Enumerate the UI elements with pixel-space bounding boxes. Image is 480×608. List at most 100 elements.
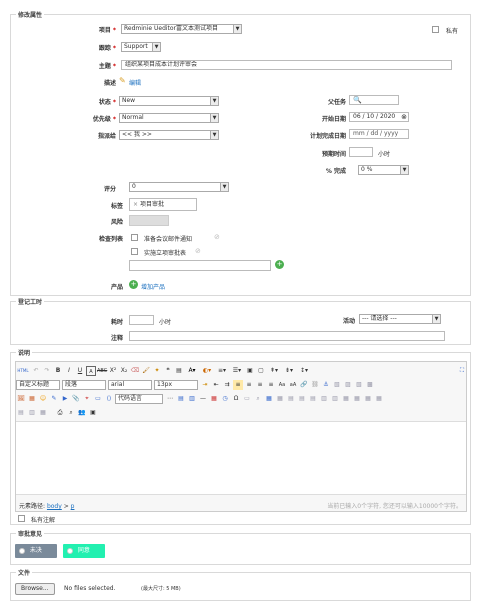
due-date-input[interactable]: mm / dd / yyyy [349, 129, 409, 139]
tracker-select[interactable]: Support ▼ [121, 42, 161, 52]
multi-image-icon[interactable]: ▦ [27, 394, 37, 404]
insert-image-icon[interactable]: 🖼 [16, 394, 26, 404]
assignee-select[interactable]: << 我 >> ▼ [119, 130, 219, 140]
select-all-icon[interactable]: ▣ [245, 366, 255, 376]
special-char-icon[interactable]: Ω [231, 394, 241, 404]
split-cells-icon[interactable]: ▦ [374, 394, 384, 404]
add-checklist-item-icon[interactable]: + [275, 260, 284, 269]
paste-plain-icon[interactable]: ▤ [174, 366, 184, 376]
align-center-icon[interactable]: ≡ [244, 380, 254, 390]
drafts-icon[interactable]: 👥 [77, 408, 87, 418]
clear-date-icon[interactable]: ⊗ [401, 113, 407, 121]
auto-format-icon[interactable]: ✦ [152, 366, 162, 376]
status-select[interactable]: New ▼ [119, 96, 219, 106]
paragraph-select[interactable]: 段落 [62, 379, 106, 390]
align-justify-icon[interactable]: ≡ [266, 380, 276, 390]
delete-row-icon[interactable]: ▤ [308, 394, 318, 404]
description-edit-link[interactable]: 编辑 [129, 78, 141, 87]
font-family-select[interactable]: arial [108, 379, 152, 390]
done-ratio-select[interactable]: 0 % ▼ [358, 165, 409, 175]
checklist-item-checkbox[interactable] [131, 234, 138, 241]
editor-body[interactable] [16, 421, 466, 495]
tags-input[interactable]: × 项目审批 [129, 198, 197, 211]
page-break-icon[interactable]: ⋯ [165, 394, 175, 404]
attachment-icon[interactable]: 📎 [71, 394, 81, 404]
reject-option[interactable]: 未决 [15, 544, 57, 558]
anchor-icon[interactable]: ⚓ [321, 380, 331, 390]
date-icon[interactable]: ▦ [209, 394, 219, 404]
strikethrough-icon[interactable]: ABC [97, 366, 107, 376]
image-none-icon[interactable]: ▨ [343, 380, 353, 390]
print-icon[interactable]: ⎙ [55, 408, 65, 418]
align-right-icon[interactable]: ≡ [255, 380, 265, 390]
map-icon[interactable]: ⌖ [82, 394, 92, 404]
help-icon[interactable]: ▣ [88, 408, 98, 418]
table-props-icon[interactable]: ▦ [38, 408, 48, 418]
approve-option[interactable]: 同意 [63, 544, 105, 558]
clear-doc-icon[interactable]: ▢ [256, 366, 266, 376]
custom-heading-select[interactable]: 自定义标题 [16, 379, 60, 390]
align-left-icon[interactable]: ≡ [233, 379, 243, 390]
private-notes-checkbox[interactable] [18, 515, 25, 522]
start-date-input[interactable]: 06 / 10 / 2020 ⊗ [349, 112, 409, 122]
row-spacing-bottom-icon[interactable]: ⇟▾ [282, 366, 296, 376]
image-right-icon[interactable]: ▧ [354, 380, 364, 390]
subscript-icon[interactable]: X₂ [119, 366, 129, 376]
scrawl-icon[interactable]: ✎ [49, 394, 59, 404]
insert-frame-icon[interactable]: ▭ [93, 394, 103, 404]
undo-icon[interactable]: ↶ [31, 366, 41, 376]
time-icon[interactable]: ◷ [220, 394, 230, 404]
insert-code-icon[interactable]: ⟨⟩ [104, 394, 114, 404]
risk-input[interactable] [129, 215, 169, 226]
indent-icon[interactable]: ⇉ [222, 380, 232, 390]
insert-paragraph-before-table-icon[interactable]: ▤ [286, 394, 296, 404]
code-language-select[interactable]: 代码语言 [115, 393, 163, 404]
insert-col-icon[interactable]: ▥ [319, 394, 329, 404]
merge-cells-icon[interactable]: ▦ [341, 394, 351, 404]
superscript-icon[interactable]: X² [108, 366, 118, 376]
format-brush-icon[interactable]: 🖌 [141, 366, 151, 376]
subject-input[interactable]: 组织某项目成本计划评审会 [121, 60, 452, 70]
underline-icon[interactable]: U [75, 366, 85, 376]
merge-right-icon[interactable]: ▦ [352, 394, 362, 404]
word-image-icon[interactable]: ▭ [242, 394, 252, 404]
font-color-icon[interactable]: A▾ [185, 366, 199, 376]
parent-task-input[interactable]: 🔍 [349, 95, 399, 105]
element-path-p[interactable]: p [71, 503, 75, 510]
priority-select[interactable]: Normal ▼ [119, 113, 219, 123]
case-upper-icon[interactable]: Aa [277, 380, 287, 390]
browse-button[interactable]: Browse... [15, 583, 55, 595]
merge-down-icon[interactable]: ▦ [363, 394, 373, 404]
emotion-icon[interactable]: ☺ [38, 394, 48, 404]
eraser-icon[interactable]: ⌫ [130, 366, 140, 376]
image-center-icon[interactable]: ▩ [365, 380, 375, 390]
checklist-new-item-input[interactable] [129, 260, 271, 271]
blockquote-icon[interactable]: ❝ [163, 366, 173, 376]
add-product-icon[interactable]: + [129, 280, 138, 289]
delete-col-icon[interactable]: ▥ [330, 394, 340, 404]
link-icon[interactable]: 🔗 [299, 380, 309, 390]
redo-icon[interactable]: ↷ [42, 366, 52, 376]
comment-input[interactable] [129, 331, 445, 341]
background-color-icon[interactable]: ◐▾ [200, 366, 214, 376]
fullscreen-icon[interactable]: ⛶ [457, 366, 467, 376]
insert-video-icon[interactable]: ▶ [60, 394, 70, 404]
delete-table-icon[interactable]: ▦ [275, 394, 285, 404]
rating-select[interactable]: 0 ▼ [129, 182, 229, 192]
font-size-select[interactable]: 13px [154, 379, 198, 390]
split-rows-icon[interactable]: ▤ [16, 408, 26, 418]
checklist-item-checkbox[interactable] [131, 248, 138, 255]
activity-select[interactable]: --- 请选择 --- ▼ [359, 314, 441, 324]
checklist-delete-icon[interactable]: ⊘ [195, 247, 201, 255]
element-path-body[interactable]: body [47, 503, 62, 510]
insert-row-icon[interactable]: ▤ [297, 394, 307, 404]
direction-ltr-icon[interactable]: ⇥ [200, 380, 210, 390]
row-spacing-top-icon[interactable]: ⇞▾ [267, 366, 281, 376]
background-icon[interactable]: ▥ [187, 394, 197, 404]
preview-icon[interactable]: ⌕ [66, 408, 76, 418]
template-icon[interactable]: ▤ [176, 394, 186, 404]
tag-remove-icon[interactable]: × [133, 201, 138, 208]
font-border-icon[interactable]: A [86, 365, 96, 376]
line-height-icon[interactable]: ↕▾ [297, 366, 311, 376]
insert-table-icon[interactable]: ▦ [264, 394, 274, 404]
